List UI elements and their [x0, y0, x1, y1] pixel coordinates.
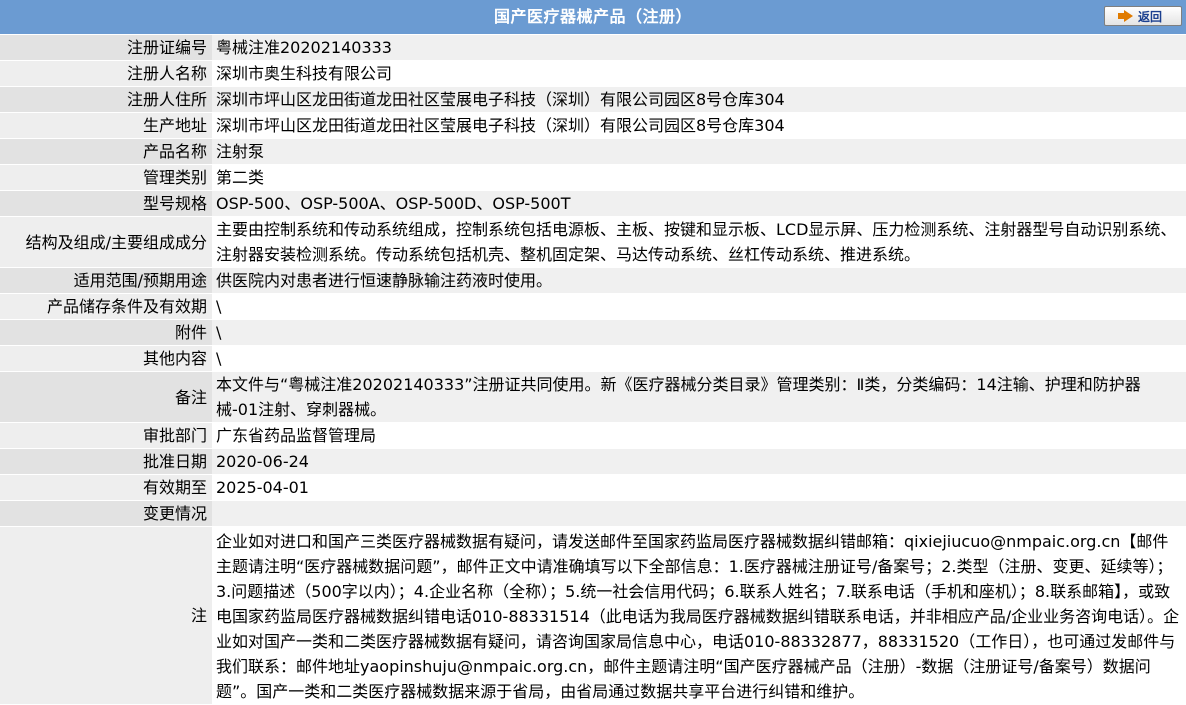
field-label: 产品名称 [0, 138, 212, 165]
detail-table: 注册证编号 粤械注准20202140333 注册人名称 深圳市奥生科技有限公司 注册人住… [0, 35, 1186, 705]
table-row: 型号规格 OSP-500、OSP-500A、OSP-500D、OSP-500T [0, 190, 1186, 217]
table-row: 管理类别 第二类 [0, 164, 1186, 191]
page-title: 国产医疗器械产品（注册） [493, 7, 692, 26]
field-label: 批准日期 [0, 448, 212, 475]
field-label: 备注 [0, 371, 212, 423]
field-label: 产品储存条件及有效期 [0, 293, 212, 320]
field-value: \ [212, 293, 1186, 320]
table-row: 注册人名称 深圳市奥生科技有限公司 [0, 60, 1186, 87]
table-row: 注册人住所 深圳市坪山区龙田街道龙田社区莹展电子科技（深圳）有限公司园区8号仓库3… [0, 86, 1186, 113]
note-text: 企业如对进口和国产三类医疗器械数据有疑问，请发送邮件至国家药监局医疗器械数据纠错… [212, 526, 1186, 705]
table-row: 产品名称 注射泵 [0, 138, 1186, 165]
field-label: 注册证编号 [0, 35, 212, 61]
field-label: 结构及组成/主要组成成分 [0, 216, 212, 268]
table-row: 结构及组成/主要组成成分 主要由控制系统和传动系统组成，控制系统包括电源板、主板、… [0, 216, 1186, 268]
page-header: 国产医疗器械产品（注册） 返回 [0, 0, 1186, 35]
field-value [212, 500, 1186, 527]
field-value: 注射泵 [212, 138, 1186, 165]
table-row: 附件 \ [0, 319, 1186, 346]
note-row: 注 企业如对进口和国产三类医疗器械数据有疑问，请发送邮件至国家药监局医疗器械数据… [0, 526, 1186, 705]
field-value: 粤械注准20202140333 [212, 35, 1186, 61]
field-label: 适用范围/预期用途 [0, 267, 212, 294]
field-value: 2025-04-01 [212, 474, 1186, 501]
back-button[interactable]: 返回 [1104, 6, 1182, 26]
field-label: 生产地址 [0, 112, 212, 139]
field-label: 管理类别 [0, 164, 212, 191]
field-label: 审批部门 [0, 422, 212, 449]
field-value: 第二类 [212, 164, 1186, 191]
table-row: 有效期至 2025-04-01 [0, 474, 1186, 501]
back-button-label: 返回 [1137, 9, 1162, 24]
arrow-right-icon [1117, 10, 1133, 22]
note-label: 注 [0, 526, 212, 705]
table-row: 审批部门 广东省药品监督管理局 [0, 422, 1186, 449]
table-row: 备注 本文件与“粤械注准20202140333”注册证共同使用。新《医疗器械分类目… [0, 371, 1186, 423]
field-value: OSP-500、OSP-500A、OSP-500D、OSP-500T [212, 190, 1186, 217]
field-label: 附件 [0, 319, 212, 346]
field-label: 变更情况 [0, 500, 212, 527]
table-row: 批准日期 2020-06-24 [0, 448, 1186, 475]
field-label: 有效期至 [0, 474, 212, 501]
field-value: 广东省药品监督管理局 [212, 422, 1186, 449]
table-row: 适用范围/预期用途 供医院内对患者进行恒速静脉输注药液时使用。 [0, 267, 1186, 294]
table-row: 变更情况 [0, 500, 1186, 527]
field-value: \ [212, 345, 1186, 372]
field-label: 注册人名称 [0, 60, 212, 87]
field-label: 注册人住所 [0, 86, 212, 113]
table-row: 注册证编号 粤械注准20202140333 [0, 35, 1186, 61]
field-value: 深圳市坪山区龙田街道龙田社区莹展电子科技（深圳）有限公司园区8号仓库304 [212, 86, 1186, 113]
field-value: 主要由控制系统和传动系统组成，控制系统包括电源板、主板、按键和显示板、LCD显示… [212, 216, 1186, 268]
field-value: 深圳市奥生科技有限公司 [212, 60, 1186, 87]
field-label: 型号规格 [0, 190, 212, 217]
field-value: 深圳市坪山区龙田街道龙田社区莹展电子科技（深圳）有限公司园区8号仓库304 [212, 112, 1186, 139]
field-value: 本文件与“粤械注准20202140333”注册证共同使用。新《医疗器械分类目录》… [212, 371, 1186, 423]
table-row: 其他内容 \ [0, 345, 1186, 372]
field-value: 2020-06-24 [212, 448, 1186, 475]
field-value: 供医院内对患者进行恒速静脉输注药液时使用。 [212, 267, 1186, 294]
table-row: 产品储存条件及有效期 \ [0, 293, 1186, 320]
table-row: 生产地址 深圳市坪山区龙田街道龙田社区莹展电子科技（深圳）有限公司园区8号仓库30… [0, 112, 1186, 139]
field-value: \ [212, 319, 1186, 346]
field-label: 其他内容 [0, 345, 212, 372]
